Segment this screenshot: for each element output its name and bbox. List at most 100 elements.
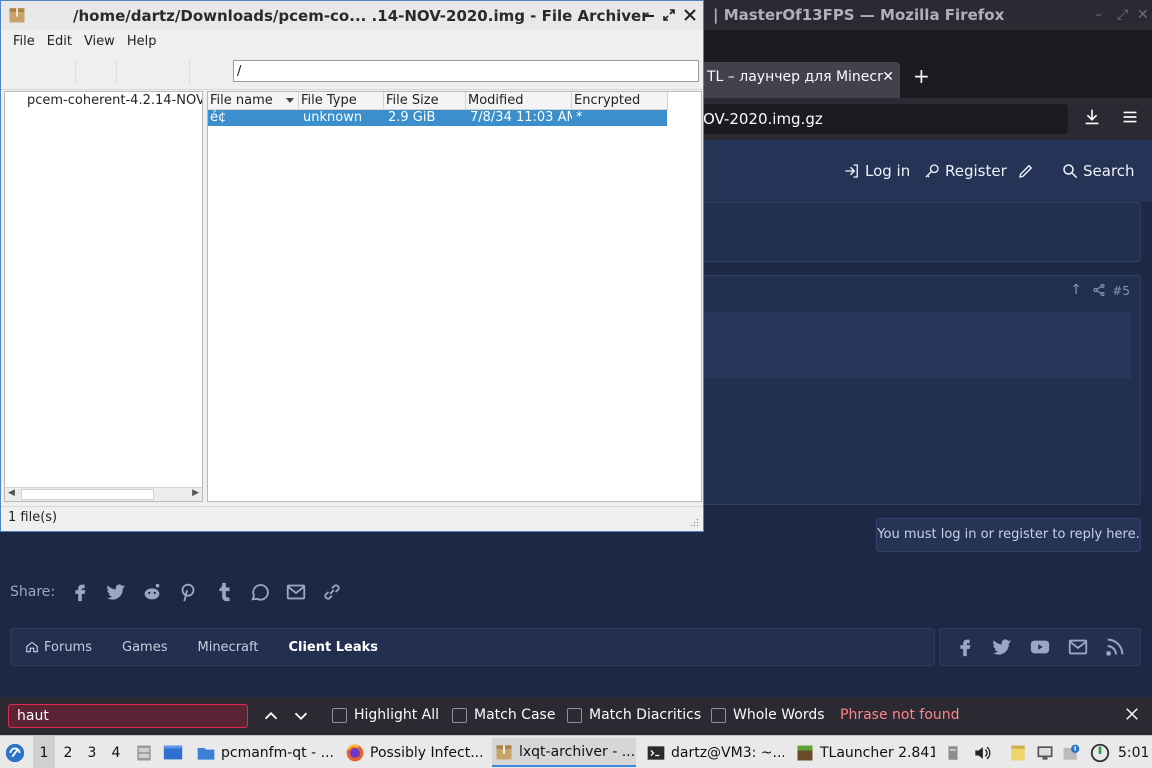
- menu-file[interactable]: File: [7, 34, 41, 49]
- find-bar: Highlight All Match Case Match Diacritic…: [0, 697, 1152, 735]
- checkbox-box[interactable]: [567, 707, 582, 723]
- youtube-icon[interactable]: [1029, 636, 1051, 658]
- post-number[interactable]: #5: [1112, 284, 1130, 298]
- checkbox-box[interactable]: [452, 707, 467, 723]
- match-diacritics-checkbox[interactable]: Match Diacritics: [567, 707, 701, 723]
- url-bar[interactable]: OV-2020.img.gz: [703, 104, 1068, 134]
- minimize-icon[interactable]: [641, 7, 657, 23]
- firefox-close-icon[interactable]: ✕: [1137, 0, 1149, 30]
- twitter-icon[interactable]: [105, 581, 127, 603]
- menu-help[interactable]: Help: [121, 34, 163, 49]
- scroll-right-icon[interactable]: ▶: [192, 488, 199, 498]
- download-icon[interactable]: [1081, 106, 1105, 130]
- workspace-2[interactable]: 2: [57, 736, 79, 768]
- breadcrumb-client-leaks[interactable]: Client Leaks: [288, 640, 378, 655]
- highlight-all-checkbox[interactable]: Highlight All: [332, 707, 439, 723]
- tree-item-root[interactable]: pcem-coherent-4.2.14-NOV-2: [27, 92, 202, 109]
- task-firefox[interactable]: Possibly Infect...: [343, 738, 485, 767]
- whatsapp-icon[interactable]: [249, 581, 271, 603]
- highlight-all-label: Highlight All: [354, 707, 440, 723]
- home-icon: [26, 641, 38, 653]
- match-case-checkbox[interactable]: Match Case: [452, 707, 555, 723]
- register-link[interactable]: Register: [923, 162, 1007, 180]
- footer-social-links: [939, 628, 1141, 666]
- workspace-1[interactable]: 1: [33, 736, 55, 768]
- start-menu-button[interactable]: [4, 736, 26, 768]
- status-text: 1 file(s): [8, 510, 58, 525]
- close-icon[interactable]: [682, 7, 698, 23]
- tray-volume[interactable]: [972, 736, 992, 768]
- tray-notes[interactable]: [1008, 736, 1028, 768]
- table-row[interactable]: é¢ unknown 2.9 GiB 7/8/34 11:03 AM *: [208, 110, 667, 126]
- tray-updates[interactable]: [1061, 736, 1081, 768]
- tray-network[interactable]: [1035, 736, 1055, 768]
- find-previous-icon[interactable]: [260, 705, 282, 727]
- match-case-label: Match Case: [474, 707, 556, 723]
- breadcrumb-minecraft[interactable]: Minecraft: [197, 640, 258, 655]
- key-icon: [925, 164, 939, 178]
- cell-file-name: é¢: [210, 110, 227, 125]
- breadcrumb-games[interactable]: Games: [122, 640, 167, 655]
- tumblr-icon[interactable]: [213, 581, 235, 603]
- pinterest-icon[interactable]: [177, 581, 199, 603]
- new-tab-icon[interactable]: +: [913, 64, 930, 88]
- firefox-title-bar[interactable]: | MasterOf13FPS — Mozilla Firefox – ⤢ ✕: [703, 0, 1152, 30]
- notes-icon: [1011, 745, 1025, 760]
- task-pcmanfm[interactable]: pcmanfm-qt - ...: [194, 738, 334, 767]
- find-next-icon[interactable]: [290, 705, 312, 727]
- resize-grip-icon[interactable]: [690, 518, 699, 527]
- location-input[interactable]: [233, 60, 699, 82]
- menu-edit[interactable]: Edit: [41, 34, 78, 49]
- edit-button[interactable]: [1017, 162, 1035, 180]
- cell-encrypted: *: [576, 110, 583, 125]
- rss-icon[interactable]: [1104, 636, 1126, 658]
- archiver-title-bar[interactable]: /home/dartz/Downloads/pcem-co... .14-NOV…: [1, 1, 703, 30]
- twitter-icon[interactable]: [991, 636, 1013, 658]
- show-desktop-button[interactable]: [162, 736, 184, 768]
- site-header: Log in Register Search: [703, 140, 1152, 202]
- firefox-maximize-icon[interactable]: ⤢: [1117, 0, 1128, 30]
- task-terminal[interactable]: dartz@VM3: ~...: [644, 738, 784, 767]
- column-header-file-type[interactable]: File Type: [299, 92, 384, 110]
- facebook-icon[interactable]: [954, 636, 976, 658]
- facebook-icon[interactable]: [69, 581, 91, 603]
- login-link[interactable]: Log in: [843, 162, 910, 180]
- file-list: File name File Type File Size Modified E…: [207, 91, 702, 502]
- workspace-4[interactable]: 4: [105, 736, 127, 768]
- whole-words-checkbox[interactable]: Whole Words: [711, 707, 825, 723]
- find-input[interactable]: [8, 704, 248, 728]
- task-tlauncher[interactable]: TLauncher 2.841: [793, 738, 935, 767]
- column-header-file-name[interactable]: File name: [208, 92, 299, 110]
- tree-horizontal-scrollbar[interactable]: ◀ ▶: [5, 487, 202, 501]
- tab-close-icon[interactable]: ✕: [882, 62, 894, 92]
- tray-power[interactable]: [1089, 736, 1111, 768]
- tray-clipboard[interactable]: [944, 736, 962, 768]
- archive-box-icon: [9, 8, 25, 23]
- column-header-file-size[interactable]: File Size: [384, 92, 466, 110]
- checkbox-box[interactable]: [711, 707, 726, 723]
- workspace-3[interactable]: 3: [81, 736, 103, 768]
- file-manager-launcher[interactable]: [134, 736, 154, 768]
- firefox-tab[interactable]: TL – лаунчер для Minecr ✕: [703, 62, 900, 98]
- clock[interactable]: 5:01: [1118, 736, 1149, 768]
- share-icon[interactable]: [1092, 283, 1106, 301]
- search-link[interactable]: Search: [1061, 162, 1135, 180]
- email-icon[interactable]: [1067, 636, 1089, 658]
- task-lxqt-archiver[interactable]: lxqt-archiver - ...: [492, 738, 636, 767]
- checkbox-box[interactable]: [332, 707, 347, 723]
- link-icon[interactable]: [321, 581, 343, 603]
- arrow-up-icon[interactable]: ↑: [1070, 282, 1082, 298]
- firefox-minimize-icon[interactable]: –: [1095, 0, 1102, 30]
- email-icon[interactable]: [285, 581, 307, 603]
- column-header-modified[interactable]: Modified: [466, 92, 572, 110]
- menu-view[interactable]: View: [78, 34, 121, 49]
- scroll-left-icon[interactable]: ◀: [8, 488, 15, 498]
- maximize-icon[interactable]: [661, 7, 677, 23]
- reddit-icon[interactable]: [141, 581, 163, 603]
- hamburger-menu-icon[interactable]: [1119, 106, 1143, 130]
- cell-modified: 7/8/34 11:03 AM: [470, 110, 572, 125]
- column-header-encrypted[interactable]: Encrypted: [572, 92, 668, 110]
- breadcrumb-forums[interactable]: Forums: [25, 640, 92, 655]
- find-close-icon[interactable]: [1123, 705, 1141, 723]
- scrollbar-thumb[interactable]: [21, 489, 154, 500]
